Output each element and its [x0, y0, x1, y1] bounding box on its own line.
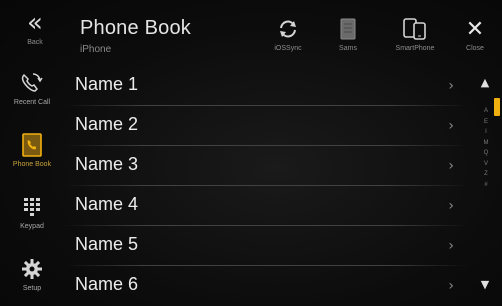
close-label: Close — [466, 45, 484, 52]
index-letter[interactable]: I — [481, 127, 491, 138]
contact-name: Name 4 — [75, 194, 139, 214]
index-letter[interactable]: V — [481, 159, 491, 170]
device-name: iPhone — [80, 44, 112, 55]
close-button[interactable]: ✕ Close — [450, 14, 500, 64]
list-item[interactable]: Name 3 › — [64, 146, 468, 186]
contact-name: Name 1 — [75, 74, 139, 94]
chevron-right-icon: › — [448, 78, 454, 94]
contact-name: Name 6 — [75, 274, 139, 294]
back-icon: « — [27, 8, 43, 38]
back-button[interactable]: « Back — [12, 8, 58, 62]
phonebook-select-button[interactable]: Sams — [323, 14, 373, 64]
back-label: Back — [27, 39, 43, 46]
sidebar-label-recent-call: Recent Call — [13, 99, 51, 106]
index-letter[interactable]: A — [481, 106, 491, 117]
chevron-right-icon: › — [448, 198, 454, 214]
chevron-right-icon: › — [448, 278, 454, 294]
page-title: Phone Book — [80, 17, 191, 39]
sidebar-label-phone-book: Phone Book — [12, 161, 52, 168]
chevron-right-icon: › — [448, 158, 454, 174]
close-icon: ✕ — [465, 16, 485, 42]
list-item[interactable]: Name 1 › — [64, 66, 468, 106]
sidebar: Recent Call Phone Book Keypad Setup — [0, 64, 64, 306]
screen: « Back Phone Book iPhone iOSSync Sams Sm… — [0, 0, 502, 306]
sidebar-item-recent-call[interactable]: Recent Call — [2, 68, 62, 120]
index-letter[interactable]: Q — [481, 148, 491, 159]
chevron-right-icon: › — [448, 118, 454, 134]
phonebook-select-label: Sams — [339, 45, 357, 52]
top-bar: « Back Phone Book iPhone iOSSync Sams Sm… — [0, 0, 502, 64]
index-letter[interactable]: # — [481, 180, 491, 191]
sync-icon — [263, 14, 313, 44]
index-letter[interactable]: Z — [481, 169, 491, 180]
sidebar-item-keypad[interactable]: Keypad — [2, 192, 62, 244]
chevron-right-icon: › — [448, 238, 454, 254]
keypad-icon — [2, 192, 62, 222]
smartphone-icon — [390, 14, 440, 44]
scroll-thumb[interactable] — [494, 98, 500, 116]
phone-book-icon — [2, 130, 62, 160]
index-letters[interactable]: A E I M Q V Z # — [481, 106, 491, 190]
sidebar-item-setup[interactable]: Setup — [2, 254, 62, 306]
list-item[interactable]: Name 2 › — [64, 106, 468, 146]
address-book-icon — [323, 14, 373, 44]
contact-name: Name 5 — [75, 234, 139, 254]
contact-name: Name 3 — [75, 154, 139, 174]
smartphone-button[interactable]: SmartPhone — [390, 14, 440, 64]
index-letter[interactable]: E — [481, 117, 491, 128]
recent-call-icon — [2, 68, 62, 98]
sync-label: iOSSync — [274, 45, 302, 52]
sidebar-label-setup: Setup — [22, 285, 42, 292]
smartphone-label: SmartPhone — [395, 45, 435, 52]
scroll-down-button[interactable]: ▼ — [476, 278, 494, 294]
list-item[interactable]: Name 4 › — [64, 186, 468, 226]
alphabet-index-bar: ▲ A E I M Q V Z # ▼ — [470, 66, 502, 306]
list-item[interactable]: Name 6 › — [64, 266, 468, 306]
sync-button[interactable]: iOSSync — [263, 14, 313, 64]
sidebar-label-keypad: Keypad — [20, 223, 44, 230]
contact-list: Name 1 › Name 2 › Name 3 › Name 4 › Name… — [64, 66, 468, 306]
contact-name: Name 2 — [75, 114, 139, 134]
sidebar-item-phone-book[interactable]: Phone Book — [2, 130, 62, 182]
list-item[interactable]: Name 5 › — [64, 226, 468, 266]
gear-icon — [2, 254, 62, 284]
scroll-up-button[interactable]: ▲ — [476, 76, 494, 92]
index-letter[interactable]: M — [481, 138, 491, 149]
